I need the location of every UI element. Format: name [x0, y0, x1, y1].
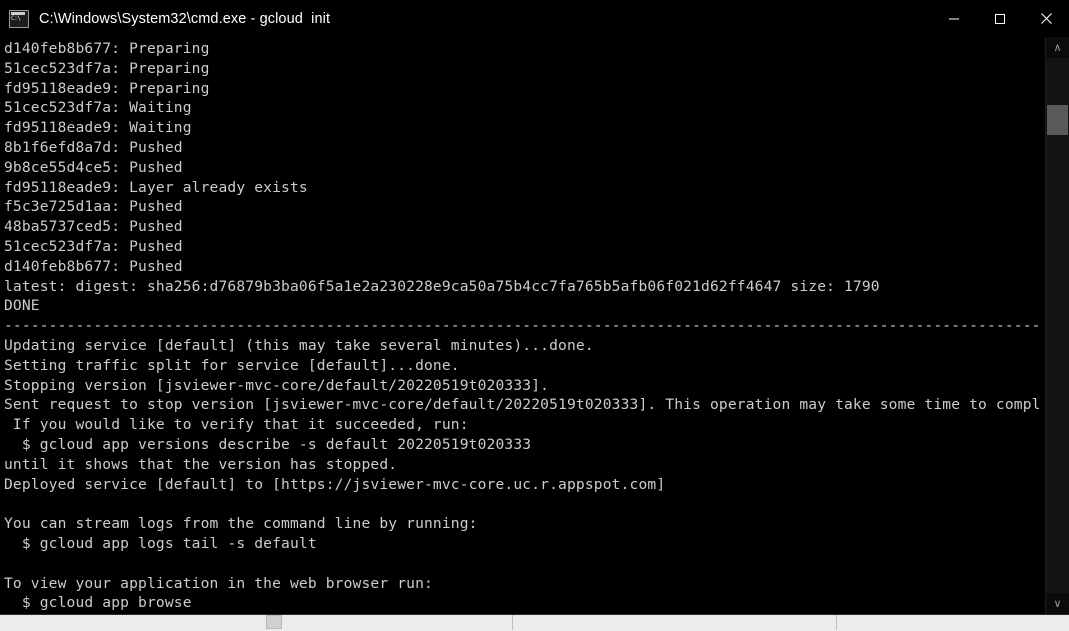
console-line: latest: digest: sha256:d76879b3ba06f5a1e…: [4, 277, 880, 295]
console-line: 51cec523df7a: Pushed: [4, 237, 183, 255]
scroll-down-arrow-icon[interactable]: ∨: [1046, 593, 1069, 614]
console-line: Deployed service [default] to [https://j…: [4, 475, 666, 493]
minimize-icon: [949, 18, 959, 19]
console-line: 8b1f6efd8a7d: Pushed: [4, 138, 183, 156]
console-line: fd95118eade9: Preparing: [4, 79, 210, 97]
console-line: 51cec523df7a: Preparing: [4, 59, 210, 77]
scrollbar-thumb[interactable]: [1047, 105, 1068, 135]
console-line: You can stream logs from the command lin…: [4, 515, 478, 533]
console-line: 9b8ce55d4ce5: Pushed: [4, 158, 183, 176]
close-icon: [1040, 13, 1052, 24]
window-title: C:\Windows\System32\cmd.exe - gcloud ini…: [39, 10, 331, 27]
taskbar-divider: [512, 614, 513, 630]
console-output-area[interactable]: d140feb8b677: Preparing 51cec523df7a: Pre…: [0, 37, 1069, 614]
minimize-button[interactable]: [931, 0, 977, 37]
console-line: Stopping version [jsviewer-mvc-core/defa…: [4, 376, 550, 394]
taskbar: [0, 612, 1069, 631]
taskbar-item[interactable]: [266, 615, 282, 629]
console-line: $ gcloud app logs tail -s default: [4, 534, 317, 552]
console-line: fd95118eade9: Layer already exists: [4, 178, 308, 196]
scroll-up-arrow-icon[interactable]: ∧: [1046, 37, 1069, 58]
cmd-console-icon: [9, 9, 29, 28]
console-line: 51cec523df7a: Waiting: [4, 99, 192, 117]
console-line: 48ba5737ced5: Pushed: [4, 218, 183, 236]
console-line: until it shows that the version has stop…: [4, 455, 398, 473]
console-line: d140feb8b677: Preparing: [4, 40, 210, 57]
taskbar-divider: [836, 614, 837, 630]
console-line: d140feb8b677: Pushed: [4, 257, 183, 275]
console-line: Updating service [default] (this may tak…: [4, 336, 594, 354]
vertical-scrollbar[interactable]: ∧ ∨: [1045, 37, 1069, 614]
console-line: f5c3e725d1aa: Pushed: [4, 198, 183, 216]
console-line: Sent request to stop version [jsviewer-m…: [4, 396, 1041, 414]
close-button[interactable]: [1023, 0, 1069, 37]
console-line: DONE: [4, 297, 40, 315]
console-line: Setting traffic split for service [defau…: [4, 356, 460, 374]
console-text: d140feb8b677: Preparing 51cec523df7a: Pre…: [1, 39, 1041, 614]
title-bar[interactable]: C:\Windows\System32\cmd.exe - gcloud ini…: [0, 0, 1069, 38]
maximize-icon: [995, 13, 1005, 24]
console-line: ----------------------------------------…: [4, 317, 1041, 335]
scrollbar-track[interactable]: [1046, 58, 1069, 593]
console-line: To view your application in the web brow…: [4, 574, 433, 592]
cmd-window: C:\Windows\System32\cmd.exe - gcloud ini…: [0, 0, 1069, 614]
console-line: $ gcloud app versions describe -s defaul…: [4, 435, 532, 453]
maximize-button[interactable]: [977, 0, 1023, 37]
console-line: If you would like to verify that it succ…: [4, 416, 469, 434]
console-line: $ gcloud app browse: [4, 594, 192, 612]
console-line: fd95118eade9: Waiting: [4, 119, 192, 137]
